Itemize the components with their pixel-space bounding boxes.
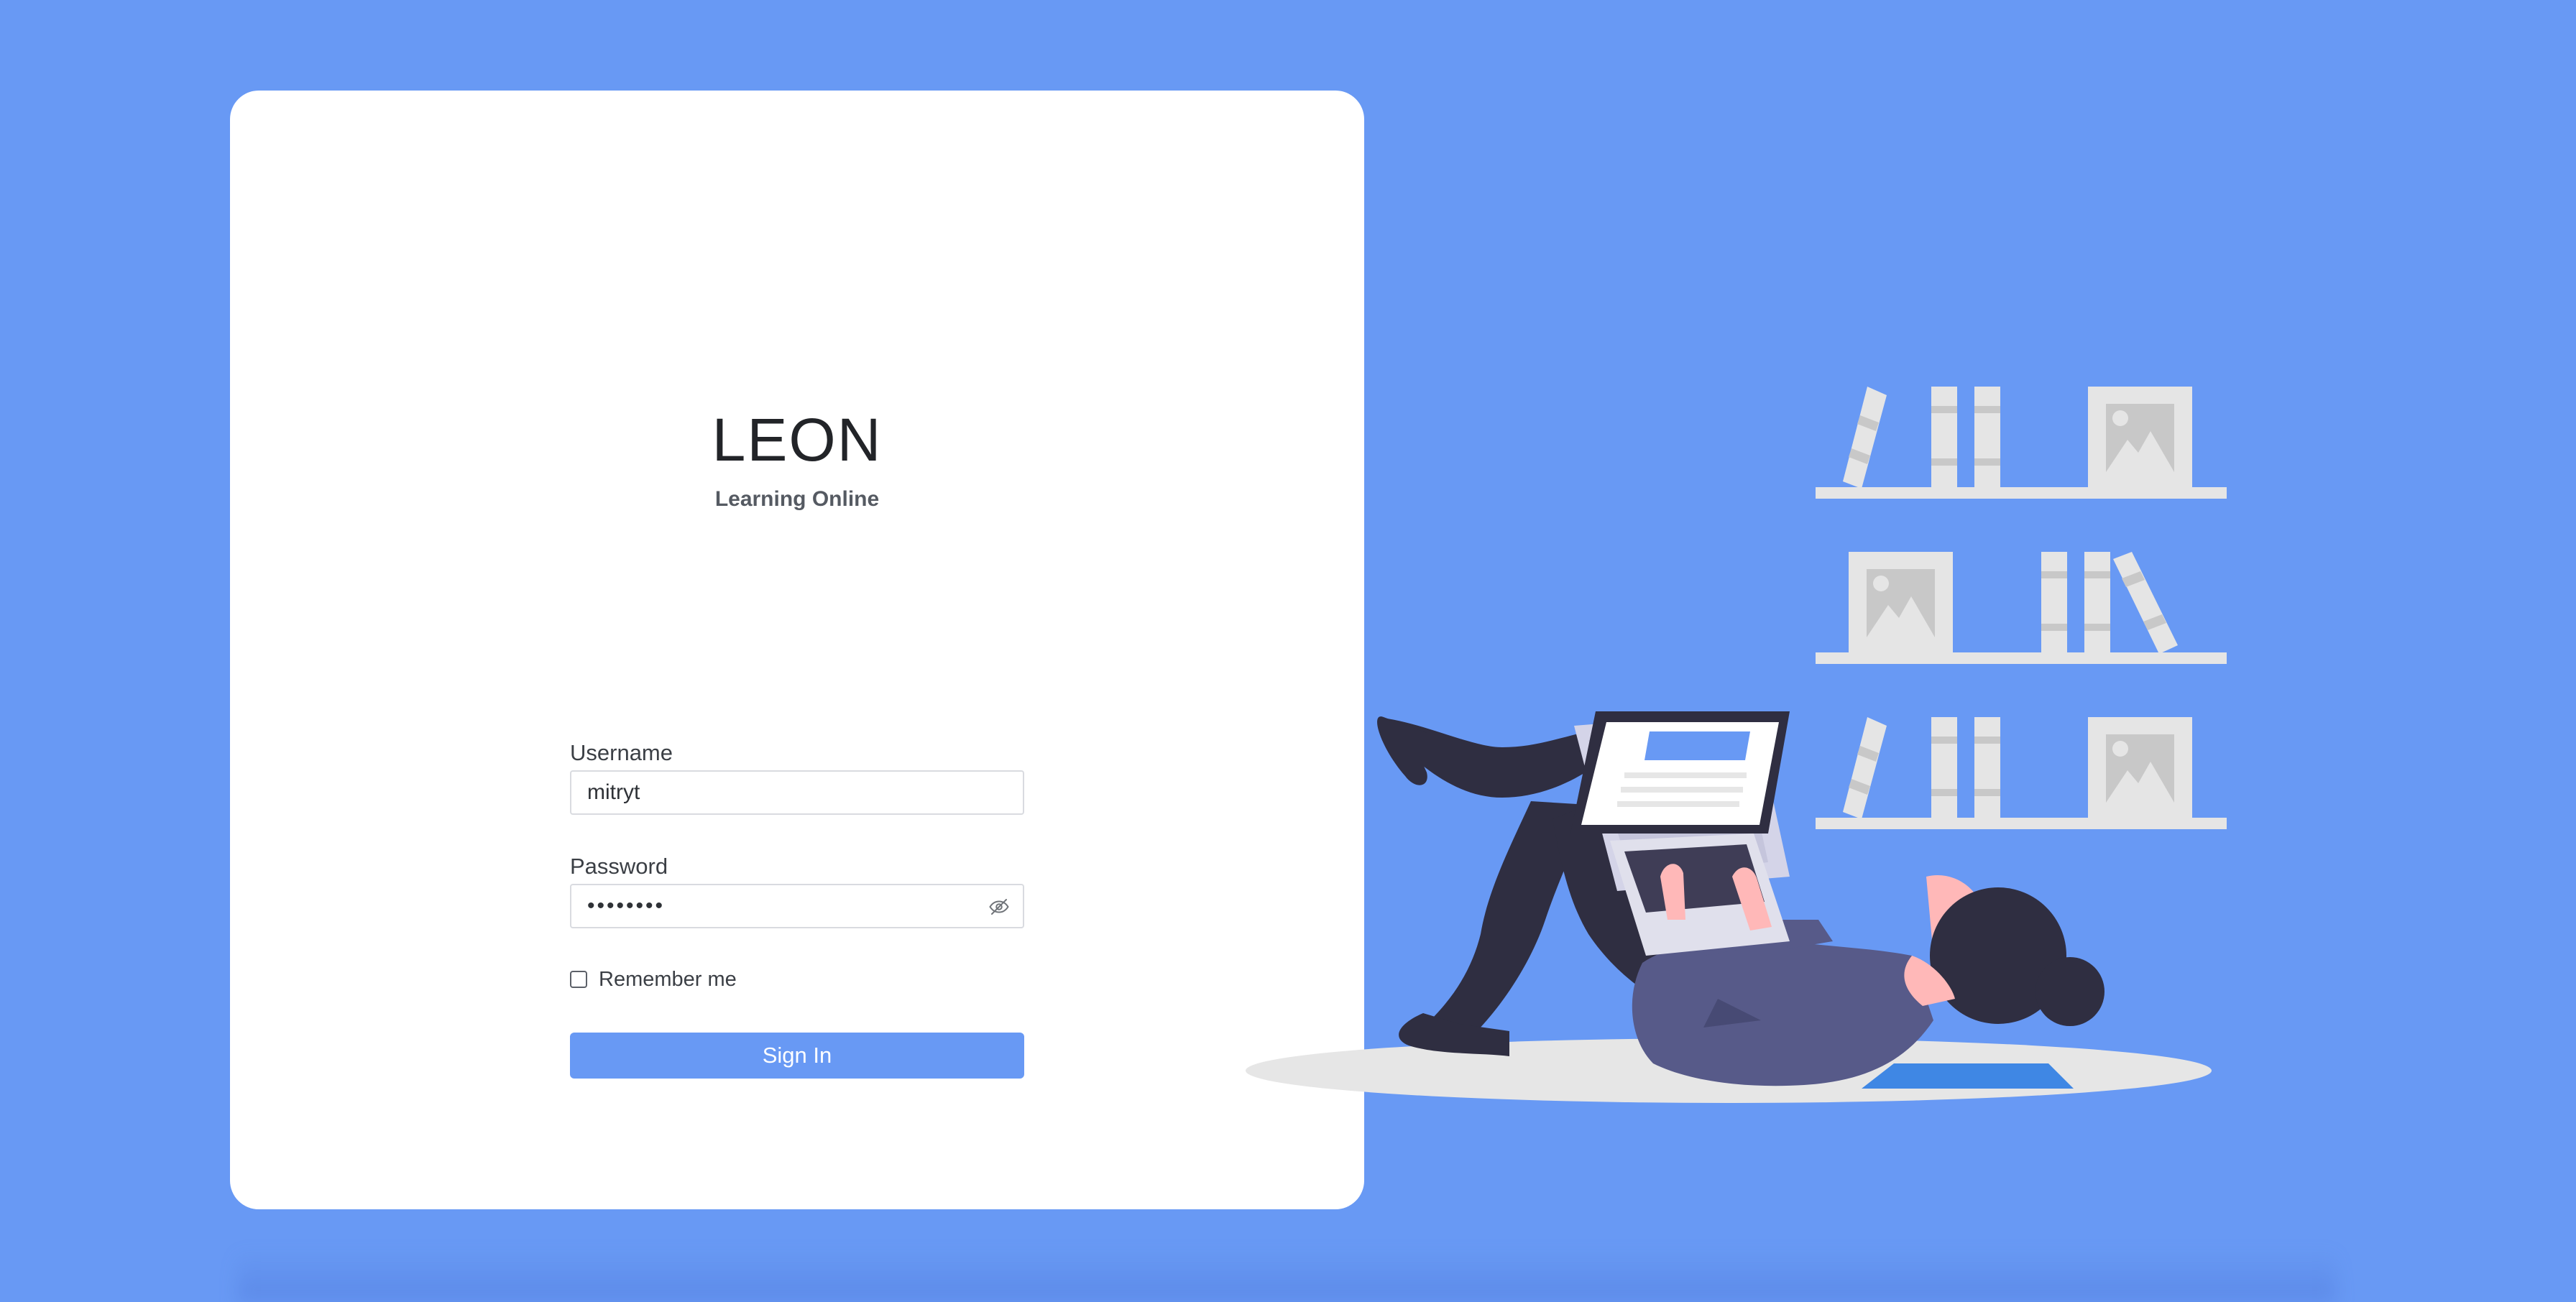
- sign-in-button[interactable]: Sign In: [570, 1033, 1024, 1079]
- login-card: LEON Learning Online Username Password R…: [230, 91, 1364, 1209]
- person-reading-illustration: [1246, 387, 2227, 1103]
- brand-title: LEON: [712, 406, 883, 474]
- remember-me-row: Remember me: [570, 965, 1024, 994]
- password-label: Password: [570, 854, 668, 879]
- bookshelves: [1816, 387, 2227, 829]
- username-field: [570, 770, 1024, 815]
- username-label: Username: [570, 740, 673, 765]
- bottom-shadow: [237, 1250, 2336, 1302]
- brand-subtitle: Learning Online: [714, 487, 880, 511]
- remember-me-label[interactable]: Remember me: [599, 968, 737, 992]
- username-input[interactable]: [571, 772, 1023, 813]
- eye-slash-icon[interactable]: [988, 896, 1010, 918]
- password-input[interactable]: [571, 885, 1023, 927]
- login-form: Username Password Remember me Sign In: [570, 739, 1024, 1079]
- password-field: [570, 884, 1024, 928]
- remember-me-checkbox[interactable]: [570, 971, 587, 988]
